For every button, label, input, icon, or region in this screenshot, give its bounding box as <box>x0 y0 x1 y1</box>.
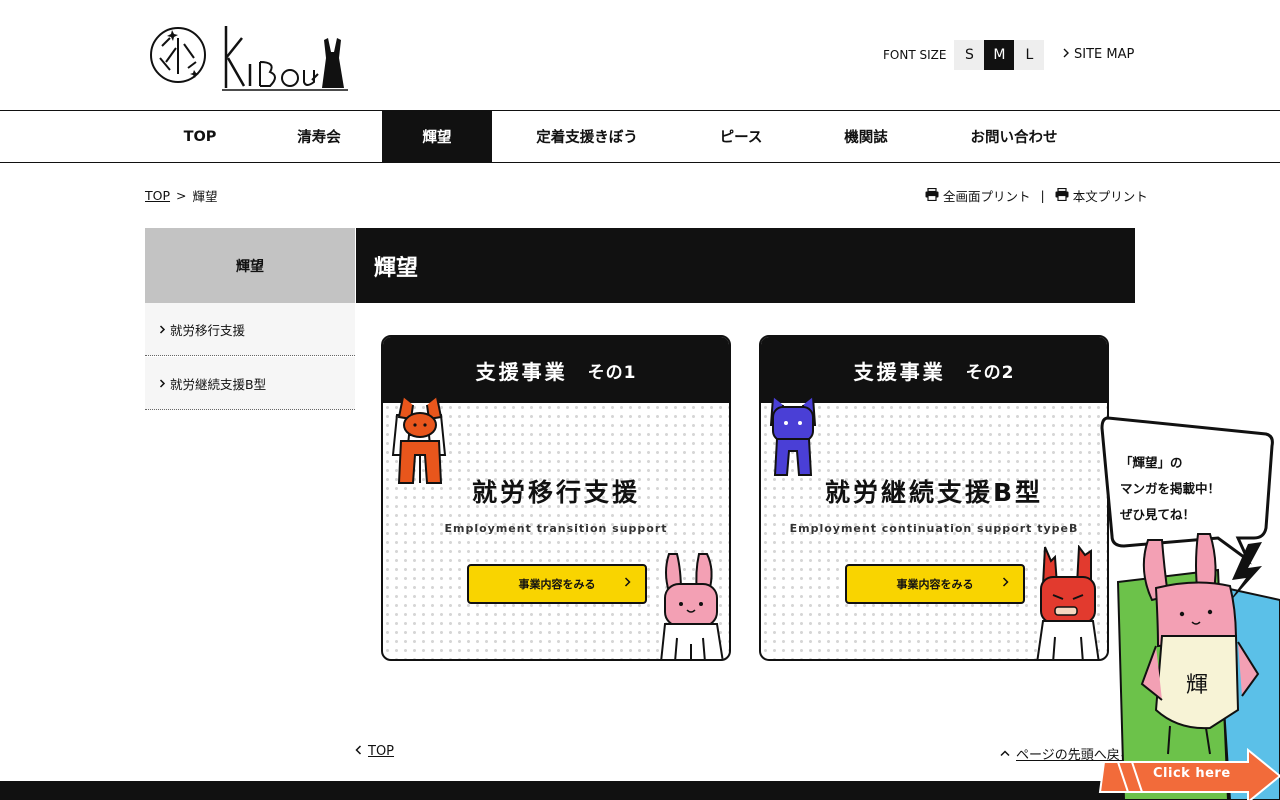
global-nav: TOP 清寿会 輝望 定着支援きぼう ピース 機関誌 お問い合わせ <box>0 110 1280 163</box>
sidebar-item-label: 就労継続支援B型 <box>170 376 267 392</box>
print-full-page-link[interactable]: 全画面プリント <box>925 186 1031 205</box>
card-heading: 支援事業 その2 <box>761 337 1107 403</box>
chevron-right-icon <box>624 576 631 590</box>
nav-item-top[interactable]: TOP <box>145 111 255 162</box>
kibou-logo[interactable] <box>148 18 348 92</box>
chevron-right-icon <box>159 322 166 337</box>
card-heading-sub: その1 <box>587 362 637 383</box>
view-details-button[interactable]: 事業内容をみる <box>467 564 647 604</box>
nav-item-contact[interactable]: お問い合わせ <box>952 111 1076 162</box>
card-subtitle: Employment transition support <box>444 522 668 535</box>
manga-line-1: 「輝望」の <box>1120 455 1183 470</box>
font-size-medium-button[interactable]: M <box>984 40 1015 70</box>
manga-line-2: マンガを掲載中！ <box>1120 481 1221 496</box>
nav-item-teichaku-shien[interactable]: 定着支援きぼう <box>504 111 670 162</box>
click-here-label: Click here <box>1153 766 1231 781</box>
service-card-1[interactable]: 支援事業 その1 就労移行支援 Employment transition su… <box>381 335 731 661</box>
font-size-large-button[interactable]: L <box>1014 40 1045 70</box>
card-heading: 支援事業 その1 <box>383 337 729 403</box>
card-heading-sub: その2 <box>965 362 1015 383</box>
service-card-2[interactable]: 支援事業 その2 就労継続支援B型 Employment continuatio… <box>759 335 1109 661</box>
chevron-right-icon <box>159 376 166 391</box>
site-header: FONT SIZE S M L SITE MAP <box>0 0 1280 110</box>
print-separator: | <box>1040 188 1045 203</box>
view-details-button[interactable]: 事業内容をみる <box>845 564 1025 604</box>
sidebar: 輝望 就労移行支援 就労継続支援B型 <box>145 228 355 411</box>
card-title: 就労継続支援B型 <box>824 478 1044 507</box>
blue-rabbit-illustration <box>769 396 817 476</box>
breadcrumb-current: 輝望 <box>192 189 218 204</box>
printer-icon <box>925 187 939 204</box>
nav-item-kibou[interactable]: 輝望 <box>382 111 492 162</box>
sidebar-item-label: 就労移行支援 <box>170 322 246 338</box>
nav-item-kikanshi[interactable]: 機関誌 <box>811 111 921 162</box>
print-links: 全画面プリント | 本文プリント <box>925 186 1148 205</box>
card-heading-label: 支援事業 <box>853 359 946 384</box>
site-map-label: SITE MAP <box>1074 47 1135 62</box>
chevron-right-icon <box>1002 576 1009 590</box>
font-size-label: FONT SIZE <box>883 48 947 62</box>
manga-bubble-text: 「輝望」の マンガを掲載中！ ぜひ見てね！ <box>1120 450 1260 528</box>
manga-promo-widget[interactable]: 輝 「輝望」の マンガを掲載中！ ぜひ見てね！ Click here <box>1098 410 1280 800</box>
manga-shirt-text: 輝 <box>1186 673 1208 698</box>
font-size-small-button[interactable]: S <box>954 40 985 70</box>
breadcrumb: TOP > 輝望 <box>145 186 218 205</box>
manga-line-3: ぜひ見てね！ <box>1120 507 1196 522</box>
chevron-up-icon <box>1000 746 1010 761</box>
sidebar-item-shuro-keizoku-b[interactable]: 就労継続支援B型 <box>145 357 355 410</box>
page-title: 輝望 <box>356 228 1135 303</box>
chevron-right-icon <box>1062 47 1070 62</box>
back-to-top-link[interactable]: TOP <box>355 744 394 759</box>
print-full-label: 全画面プリント <box>943 189 1031 204</box>
nav-item-seijukai[interactable]: 清寿会 <box>264 111 374 162</box>
nav-item-peace[interactable]: ピース <box>686 111 796 162</box>
printer-icon <box>1055 187 1069 204</box>
breadcrumb-home-link[interactable]: TOP <box>145 188 170 203</box>
pink-rabbit-illustration <box>660 553 724 659</box>
card-title: 就労移行支援 <box>471 478 640 507</box>
sidebar-heading: 輝望 <box>145 228 355 303</box>
red-rabbit-illustration <box>1036 545 1100 659</box>
view-details-label: 事業内容をみる <box>896 578 974 591</box>
print-body-label: 本文プリント <box>1072 189 1148 204</box>
view-details-label: 事業内容をみる <box>518 578 596 591</box>
sidebar-item-shuro-iko[interactable]: 就労移行支援 <box>145 303 355 356</box>
print-body-link[interactable]: 本文プリント <box>1055 186 1148 205</box>
site-map-link[interactable]: SITE MAP <box>1062 47 1134 62</box>
footer-bar <box>0 781 1280 800</box>
back-to-top-label: TOP <box>368 744 395 759</box>
breadcrumb-separator: > <box>176 188 187 203</box>
card-heading-label: 支援事業 <box>475 359 568 384</box>
chevron-left-icon <box>355 744 362 759</box>
font-size-switcher: FONT SIZE S M L <box>883 40 1045 70</box>
card-subtitle: Employment continuation support typeB <box>789 522 1079 535</box>
